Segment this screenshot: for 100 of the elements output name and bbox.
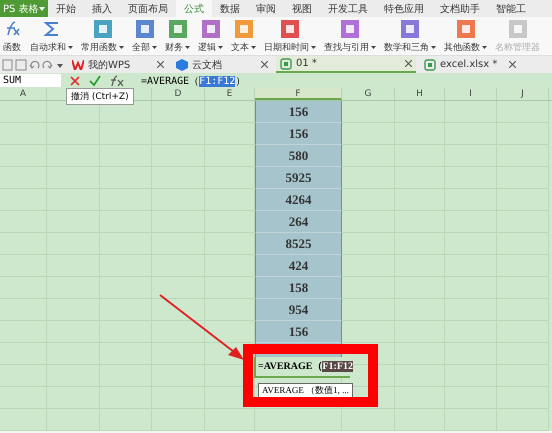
cube-icon: [176, 58, 188, 70]
ribbon-button[interactable]: 财务: [163, 17, 192, 55]
ribbon-label: 名称管理器: [495, 42, 540, 54]
dropdown-caret-icon: [68, 46, 73, 48]
table-cell: [0, 409, 47, 431]
column-header[interactable]: G: [342, 88, 395, 100]
function-hint: AVERAGE （数值1, ...: [258, 383, 353, 398]
dropdown-caret-icon: [185, 46, 190, 48]
ribbon-tab[interactable]: 审阅: [248, 0, 284, 17]
ribbon-tab[interactable]: 开发工具: [320, 0, 376, 17]
ribbon-label: 逻辑: [198, 42, 216, 54]
ribbon-button[interactable]: 其他函数: [442, 17, 489, 55]
table-cell: 8525: [255, 233, 342, 255]
table-cell: [497, 101, 549, 123]
table-cell: [100, 409, 152, 431]
ribbon-button[interactable]: 查找与引用: [322, 17, 378, 55]
ribbon-label: 日期和时间: [264, 42, 309, 54]
table-cell: [445, 409, 497, 431]
ribbon-tab[interactable]: 插入: [84, 0, 120, 17]
ribbon-button[interactable]: 逻辑: [196, 17, 225, 55]
ribbon-label: 函数: [3, 42, 21, 54]
spreadsheet-icon: [424, 58, 436, 70]
table-cell: 156: [255, 321, 342, 343]
ribbon-button[interactable]: 常用函数: [79, 17, 126, 55]
table-cell: 4264: [255, 189, 342, 211]
quick-access-toolbar-drawing: [2, 58, 64, 72]
table-cell: [342, 189, 395, 211]
table-cell: [497, 409, 549, 431]
ribbon-label: 其他函数: [444, 42, 480, 54]
ribbon-tab[interactable]: 智能工: [488, 0, 534, 17]
app-menu-button[interactable]: PS 表格: [0, 0, 48, 17]
dropdown-caret-icon: [311, 46, 316, 48]
editing-cell[interactable]: =AVERAGE（F1:F12: [254, 357, 350, 378]
ribbon-button[interactable]: 日期和时间: [262, 17, 318, 55]
table-cell: 264: [255, 211, 342, 233]
table-cell: [342, 123, 395, 145]
ribbon-tab[interactable]: 文档助手: [432, 0, 488, 17]
table-cell: [342, 233, 395, 255]
table-cell: [395, 409, 445, 431]
name-box[interactable]: SUM: [0, 74, 61, 87]
document-tab[interactable]: 我的WPS: [68, 56, 168, 73]
table-cell: 156: [255, 101, 342, 123]
document-tab[interactable]: excel.xlsx *: [420, 56, 520, 73]
table-cell: 954: [255, 299, 342, 321]
column-header[interactable]: I: [445, 88, 497, 100]
table-cell: [0, 101, 47, 123]
table-cell: [445, 101, 497, 123]
ribbon-label: 常用函数: [81, 42, 117, 54]
document-tab-label: 我的WPS: [88, 58, 132, 72]
ribbon-label: 财务: [165, 42, 183, 54]
table-cell: [152, 277, 205, 299]
ribbon-tab[interactable]: 开始: [48, 0, 84, 17]
ribbon-tab[interactable]: 公式: [176, 0, 212, 17]
table-cell: [152, 299, 205, 321]
ribbon-tab[interactable]: 页面布局: [120, 0, 176, 17]
dropdown-caret-icon: [482, 46, 487, 48]
table-cell: 156: [255, 123, 342, 145]
column-header[interactable]: A: [0, 88, 47, 100]
close-icon[interactable]: [509, 61, 516, 68]
confirm-icon[interactable]: [89, 74, 101, 86]
document-tab[interactable]: 01 *: [276, 56, 416, 73]
function-icon[interactable]: [109, 74, 125, 86]
ribbon-button[interactable]: 文本: [229, 17, 258, 55]
ribbon-label: 数学和三角: [384, 42, 429, 54]
ribbon-tab[interactable]: 特色应用: [376, 0, 432, 17]
table-cell: [205, 409, 255, 431]
logo-icon: [72, 60, 84, 70]
formula-field[interactable]: =AVERAGE（F1:F12）: [133, 74, 552, 88]
table-cell: [342, 167, 395, 189]
cancel-icon[interactable]: [69, 74, 81, 86]
spreadsheet-icon: [280, 58, 292, 70]
tooltip: 撤消 (Ctrl+Z): [66, 88, 134, 105]
ribbon-tab[interactable]: 数据: [212, 0, 248, 17]
table-cell: [342, 299, 395, 321]
column-header[interactable]: J: [497, 88, 549, 100]
ribbon-tab[interactable]: 视图: [284, 0, 320, 17]
ribbon-label: 文本: [231, 42, 249, 54]
dropdown-caret-icon: [251, 46, 256, 48]
ribbon-label: 查找与引用: [324, 42, 369, 54]
table-cell: [152, 321, 205, 343]
document-tab[interactable]: 云文档: [172, 56, 272, 73]
close-icon[interactable]: [405, 60, 412, 67]
close-icon[interactable]: [261, 61, 268, 68]
column-header[interactable]: H: [395, 88, 445, 100]
ribbon-button[interactable]: 全部: [130, 17, 159, 55]
table-cell: [342, 255, 395, 277]
ribbon-button[interactable]: 数学和三角: [382, 17, 438, 55]
dropdown-caret-icon: [371, 46, 376, 48]
ribbon-button[interactable]: 函数: [0, 17, 24, 55]
table-cell: [342, 321, 395, 343]
table-cell: [342, 145, 395, 167]
table-cell: [342, 211, 395, 233]
ribbon-button[interactable]: 自动求和: [28, 17, 75, 55]
close-icon[interactable]: [157, 61, 164, 68]
column-header[interactable]: F: [255, 88, 342, 100]
column-header[interactable]: D: [152, 88, 205, 100]
document-tab-label: 01 *: [296, 58, 318, 69]
table-cell: [152, 409, 205, 431]
document-tab-label: 云文档: [192, 58, 223, 72]
dropdown-caret-icon: [431, 46, 436, 48]
